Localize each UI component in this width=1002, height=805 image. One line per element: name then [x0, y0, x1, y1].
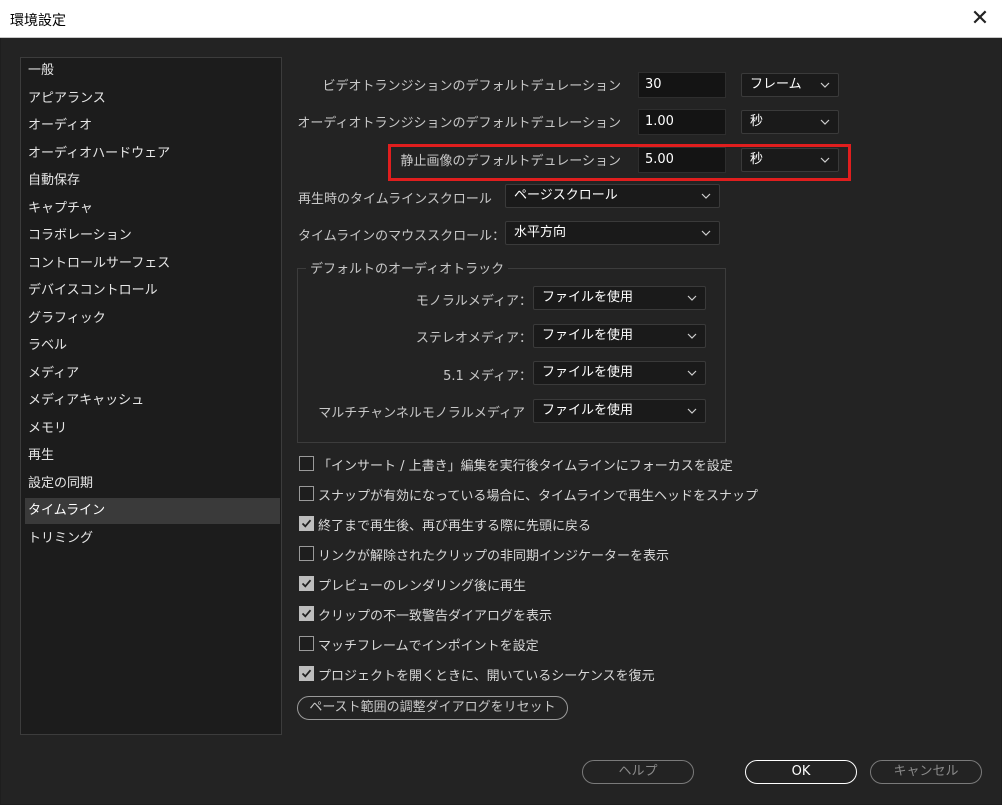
checkmark-icon	[301, 579, 312, 588]
chevron-down-icon	[687, 295, 697, 301]
chevron-down-icon	[687, 333, 697, 339]
multichannel-mono-label: マルチチャンネルモノラルメディア	[318, 406, 525, 421]
audio-transition-unit-select[interactable]: 秒	[741, 110, 839, 134]
restore-sequences-checkbox[interactable]	[299, 666, 314, 681]
checkmark-icon	[301, 669, 312, 678]
chevron-down-icon	[701, 193, 711, 199]
checkmark-icon	[301, 609, 312, 618]
sidebar-item-control-surface[interactable]: コントロールサーフェス	[25, 251, 280, 277]
chevron-down-icon	[820, 157, 830, 163]
video-transition-unit-value: フレーム	[750, 77, 802, 92]
sidebar-item-general[interactable]: 一般	[25, 58, 280, 84]
surround-media-select[interactable]: ファイルを使用	[533, 361, 706, 385]
playback-scroll-value: ページスクロール	[514, 188, 618, 203]
category-list: 一般 アピアランス オーディオ オーディオハードウェア 自動保存 キャプチャ コ…	[20, 57, 282, 735]
restore-sequences-label[interactable]: プロジェクトを開くときに、開いているシーケンスを復元	[318, 665, 655, 684]
sidebar-item-graphics[interactable]: グラフィック	[25, 306, 280, 332]
snap-playhead-checkbox[interactable]	[299, 486, 314, 501]
sidebar-item-media[interactable]: メディア	[25, 361, 280, 387]
still-image-duration-label: 静止画像のデフォルトデュレーション	[400, 154, 621, 169]
video-transition-duration-field[interactable]: 30	[638, 72, 726, 98]
return-to-start-label[interactable]: 終了まで再生後、再び再生する際に先頭に戻る	[318, 515, 591, 534]
async-indicator-checkbox[interactable]	[299, 546, 314, 561]
mono-media-select[interactable]: ファイルを使用	[533, 286, 706, 310]
surround-media-label: 5.1 メディア：	[443, 369, 532, 384]
sidebar-item-media-cache[interactable]: メディアキャッシュ	[25, 388, 280, 414]
sidebar-item-playback[interactable]: 再生	[25, 443, 280, 469]
stereo-media-label: ステレオメディア：	[415, 331, 532, 346]
mouse-scroll-value: 水平方向	[514, 225, 567, 240]
still-image-unit-select[interactable]: 秒	[741, 148, 839, 172]
mouse-scroll-select[interactable]: 水平方向	[505, 221, 720, 245]
clip-mismatch-warning-checkbox[interactable]	[299, 606, 314, 621]
close-icon[interactable]: ✕	[966, 5, 994, 33]
return-to-start-checkbox[interactable]	[299, 516, 314, 531]
ok-button[interactable]: OK	[745, 760, 857, 784]
sidebar-item-trimming[interactable]: トリミング	[25, 526, 280, 552]
still-image-unit-value: 秒	[750, 152, 764, 167]
audio-transition-label: オーディオトランジションのデフォルトデュレーション	[297, 116, 621, 131]
sidebar-item-audio-hardware[interactable]: オーディオハードウェア	[25, 141, 280, 167]
stereo-media-select[interactable]: ファイルを使用	[533, 324, 706, 348]
cancel-button[interactable]: キャンセル	[870, 760, 982, 784]
focus-timeline-label[interactable]: 「インサート / 上書き」編集を実行後タイムラインにフォーカスを設定	[318, 455, 733, 474]
playback-scroll-label: 再生時のタイムラインスクロール	[298, 192, 492, 207]
video-transition-unit-select[interactable]: フレーム	[741, 73, 839, 97]
sidebar-item-memory[interactable]: メモリ	[25, 416, 280, 442]
multichannel-mono-value: ファイルを使用	[542, 403, 634, 418]
play-after-render-checkbox[interactable]	[299, 576, 314, 591]
async-indicator-label[interactable]: リンクが解除されたクリップの非同期インジケーターを表示	[318, 545, 669, 564]
title-bar: 環境設定 ✕	[0, 0, 1002, 38]
sidebar-item-appearance[interactable]: アピアランス	[25, 86, 280, 112]
sidebar-item-labels[interactable]: ラベル	[25, 333, 280, 359]
sidebar-item-audio[interactable]: オーディオ	[25, 113, 280, 139]
snap-playhead-label[interactable]: スナップが有効になっている場合に、タイムラインで再生ヘッドをスナップ	[318, 485, 758, 504]
chevron-down-icon	[820, 82, 830, 88]
sidebar-item-collaboration[interactable]: コラボレーション	[25, 223, 280, 249]
match-frame-inpoint-checkbox[interactable]	[299, 636, 314, 651]
playback-scroll-select[interactable]: ページスクロール	[505, 184, 720, 208]
sidebar-item-timeline[interactable]: タイムライン	[25, 498, 280, 524]
audio-transition-unit-value: 秒	[750, 114, 764, 129]
mono-media-value: ファイルを使用	[542, 290, 634, 305]
multichannel-mono-select[interactable]: ファイルを使用	[533, 399, 706, 423]
mono-media-label: モノラルメディア：	[415, 294, 532, 309]
stereo-media-value: ファイルを使用	[542, 328, 634, 343]
surround-media-value: ファイルを使用	[542, 365, 634, 380]
video-transition-label: ビデオトランジションのデフォルトデュレーション	[322, 79, 621, 94]
chevron-down-icon	[701, 230, 711, 236]
clip-mismatch-warning-label[interactable]: クリップの不一致警告ダイアログを表示	[318, 605, 552, 624]
chevron-down-icon	[820, 119, 830, 125]
match-frame-inpoint-label[interactable]: マッチフレームでインポイントを設定	[318, 635, 539, 654]
audio-transition-duration-field[interactable]: 1.00	[638, 109, 726, 135]
focus-timeline-checkbox[interactable]	[299, 456, 314, 471]
help-button[interactable]: ヘルプ	[582, 760, 694, 784]
sidebar-item-device-control[interactable]: デバイスコントロール	[25, 278, 280, 304]
checkmark-icon	[301, 519, 312, 528]
play-after-render-label[interactable]: プレビューのレンダリング後に再生	[318, 575, 526, 594]
mouse-scroll-label: タイムラインのマウススクロール：	[298, 229, 506, 244]
sidebar-item-sync-settings[interactable]: 設定の同期	[25, 471, 280, 497]
reset-paste-dialog-button[interactable]: ペースト範囲の調整ダイアログをリセット	[297, 696, 568, 720]
audio-track-group-title: デフォルトのオーディオトラック	[306, 258, 509, 277]
chevron-down-icon	[687, 370, 697, 376]
still-image-duration-field[interactable]: 5.00	[638, 147, 726, 173]
sidebar-item-auto-save[interactable]: 自動保存	[25, 168, 280, 194]
chevron-down-icon	[687, 408, 697, 414]
window-title: 環境設定	[10, 13, 66, 29]
sidebar-item-capture[interactable]: キャプチャ	[25, 196, 280, 222]
